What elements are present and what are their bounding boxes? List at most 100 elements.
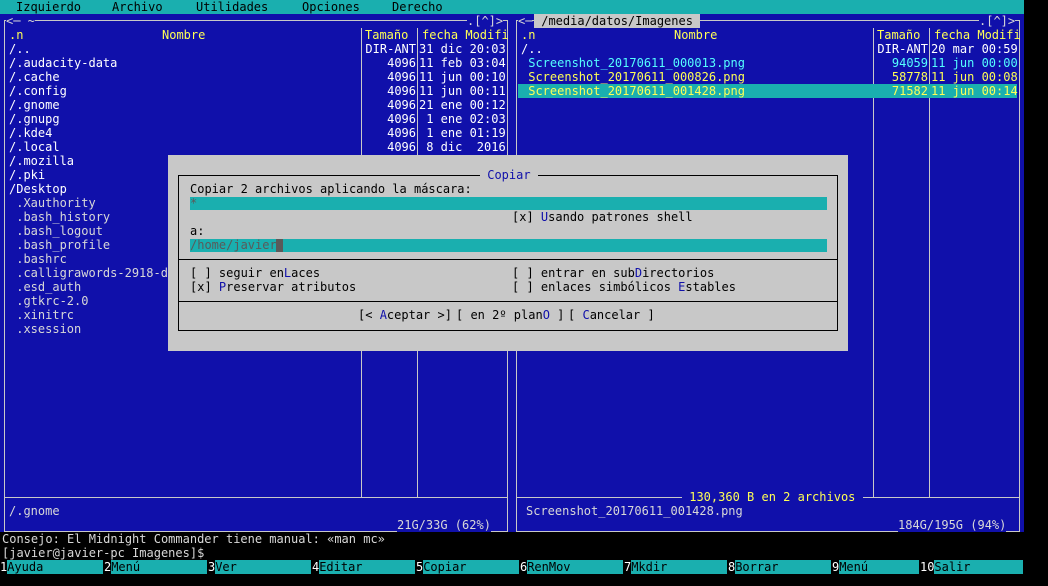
file-row-name[interactable]: /.cache	[9, 70, 60, 84]
file-row-date: 11 jun 00:11	[419, 84, 506, 98]
ok-button-post: ceptar >]	[386, 308, 452, 322]
right-panel-history-button[interactable]: .[^]>	[979, 14, 1016, 28]
file-row-size: DIR-ANT	[365, 42, 416, 56]
right-panel-corner[interactable]: <─	[518, 14, 533, 28]
file-row-name[interactable]: .esd_auth	[9, 280, 81, 294]
file-row-name[interactable]: /.kde4	[9, 126, 52, 140]
file-row-name[interactable]: .bashrc	[9, 252, 67, 266]
dive-subdirs-checkbox[interactable]: [ ] entrar en subDirectorios	[512, 266, 714, 280]
stable-symlinks-text-end: stables	[685, 280, 736, 294]
file-row-date: 1 ene 01:19	[419, 126, 506, 140]
shell-patterns-box: [x]	[512, 210, 541, 224]
background-button[interactable]: [ en 2º planO ]	[456, 308, 564, 322]
file-row-size: 4096	[387, 112, 416, 126]
file-row-name[interactable]: .bash_logout	[9, 224, 103, 238]
right-mini-status: Screenshot_20170611_001428.png	[526, 504, 743, 518]
right-panel-path[interactable]: /media/datos/Imagenes	[534, 14, 701, 28]
file-row-name[interactable]: /.gnome	[9, 98, 60, 112]
file-row-date: 11 jun 00:10	[419, 70, 506, 84]
left-panel-corner[interactable]: <─ ~	[6, 14, 35, 28]
menu-derecho[interactable]: Derecho	[392, 0, 443, 14]
follow-links-text-end: aces	[291, 266, 321, 280]
file-row-name[interactable]: /..	[521, 42, 543, 56]
file-row-name[interactable]: .gtkrc-2.0	[9, 294, 88, 308]
ok-button-pre: [<	[358, 308, 380, 322]
shell-patterns-checkbox[interactable]: [x] Usando patrones shell	[512, 210, 693, 224]
cancel-button[interactable]: [ Cancelar ]	[568, 308, 655, 322]
ok-button[interactable]: [< Aceptar >]	[358, 308, 452, 322]
dest-label: a:	[190, 224, 205, 238]
file-row-date: 1 ene 02:03	[419, 112, 506, 126]
dive-subdirs-text-end: irectorios	[642, 266, 715, 280]
preserve-attrs-box: [x]	[190, 280, 219, 294]
follow-links-text: [ ] seguir en	[190, 266, 284, 280]
file-row-date: 11 jun 00:08	[931, 70, 1018, 84]
file-row-size: 4096	[387, 70, 416, 84]
file-row-name[interactable]: /.local	[9, 140, 60, 154]
fkey-label: Copiar	[423, 560, 519, 574]
menu-archivo[interactable]: Archivo	[112, 0, 163, 14]
menu-bar: Izquierdo Archivo Utilidades Opciones De…	[0, 0, 1024, 14]
left-panel-history-button[interactable]: .[^]>	[467, 14, 504, 28]
file-row-name[interactable]: /.config	[9, 84, 67, 98]
cancel-button-hotkey: C	[582, 308, 590, 322]
file-row-size: 58778	[891, 70, 928, 84]
mask-input[interactable]: *	[190, 196, 827, 210]
stable-symlinks-checkbox[interactable]: [ ] enlaces simbólicos Estables	[512, 280, 736, 294]
left-col-name[interactable]: Nombre	[162, 28, 205, 42]
left-col-sort[interactable]: .n	[9, 28, 23, 42]
dialog-sep-2	[179, 301, 837, 302]
left-mini-status: /.gnome	[9, 504, 60, 518]
file-row-size: 4096	[387, 84, 416, 98]
shell-prompt[interactable]: [javier@javier-pc Imagenes]$	[2, 546, 204, 560]
file-row-name[interactable]: Screenshot_20170611_001428.png	[521, 84, 745, 98]
background-button-post: ]	[549, 308, 565, 322]
file-row-name[interactable]: .calligrawords-2918-do	[9, 266, 175, 280]
file-row-name[interactable]: /..	[9, 42, 31, 56]
file-row-name[interactable]: .bash_history	[9, 210, 110, 224]
file-row-name[interactable]: Screenshot_20170611_000826.png	[521, 70, 745, 84]
follow-links-checkbox[interactable]: [ ] seguir enLaces	[190, 266, 320, 280]
preserve-attrs-text: reservar atributos	[226, 280, 357, 294]
fkey-number: 5	[416, 560, 424, 574]
fkey-number: 3	[208, 560, 216, 574]
left-status-sep	[5, 497, 507, 498]
file-row-name[interactable]: .xsession	[9, 322, 81, 336]
file-row-name[interactable]: /.gnupg	[9, 112, 60, 126]
fkey-label: Menú	[111, 560, 207, 574]
file-row-name[interactable]: Screenshot_20170611_000013.png	[521, 56, 745, 70]
file-row-name[interactable]: .xinitrc	[9, 308, 74, 322]
preserve-attrs-checkbox[interactable]: [x] Preservar atributos	[190, 280, 356, 294]
menu-opciones[interactable]: Opciones	[302, 0, 360, 14]
right-col-name[interactable]: Nombre	[674, 28, 717, 42]
file-row-name[interactable]: /Desktop	[9, 182, 67, 196]
menu-utilidades[interactable]: Utilidades	[196, 0, 268, 14]
mask-label: Copiar 2 archivos aplicando la máscara:	[190, 182, 472, 196]
fkey-label: Menú	[839, 560, 919, 574]
dialog-sep-1	[179, 259, 837, 260]
fkey-number: 2	[104, 560, 112, 574]
file-row-name[interactable]: /.pki	[9, 168, 45, 182]
mask-input-value: *	[190, 196, 198, 210]
fkey-number: 1	[0, 560, 8, 574]
left-col-size[interactable]: Tamaño	[365, 28, 408, 42]
copy-dialog: Copiar Copiar 2 archivos aplicando la má…	[168, 155, 848, 351]
right-col-sort[interactable]: .n	[521, 28, 535, 42]
left-col-date[interactable]: fecha Modifi	[422, 28, 509, 42]
file-row-name[interactable]: .Xauthority	[9, 196, 95, 210]
file-row-name[interactable]: .bash_profile	[9, 238, 110, 252]
dest-input[interactable]: /home/javier	[190, 238, 827, 252]
menu-izquierdo[interactable]: Izquierdo	[16, 0, 81, 14]
file-row-name[interactable]: /.mozilla	[9, 154, 74, 168]
right-col-size[interactable]: Tamaño	[877, 28, 920, 42]
dest-input-value: /home/javier	[190, 238, 277, 252]
right-disk-usage: 184G/195G (94%)	[898, 518, 1007, 532]
fkey-label: Ver	[215, 560, 311, 574]
fkey-number: 4	[312, 560, 320, 574]
fkey-label: Salir	[934, 560, 1023, 574]
file-row-name[interactable]: /.audacity-data	[9, 56, 117, 70]
right-col-date[interactable]: fecha Modifi	[934, 28, 1021, 42]
file-row-date: 21 ene 00:12	[419, 98, 506, 112]
file-row-size: 4096	[387, 56, 416, 70]
hint-line: Consejo: El Midnight Commander tiene man…	[2, 532, 385, 546]
